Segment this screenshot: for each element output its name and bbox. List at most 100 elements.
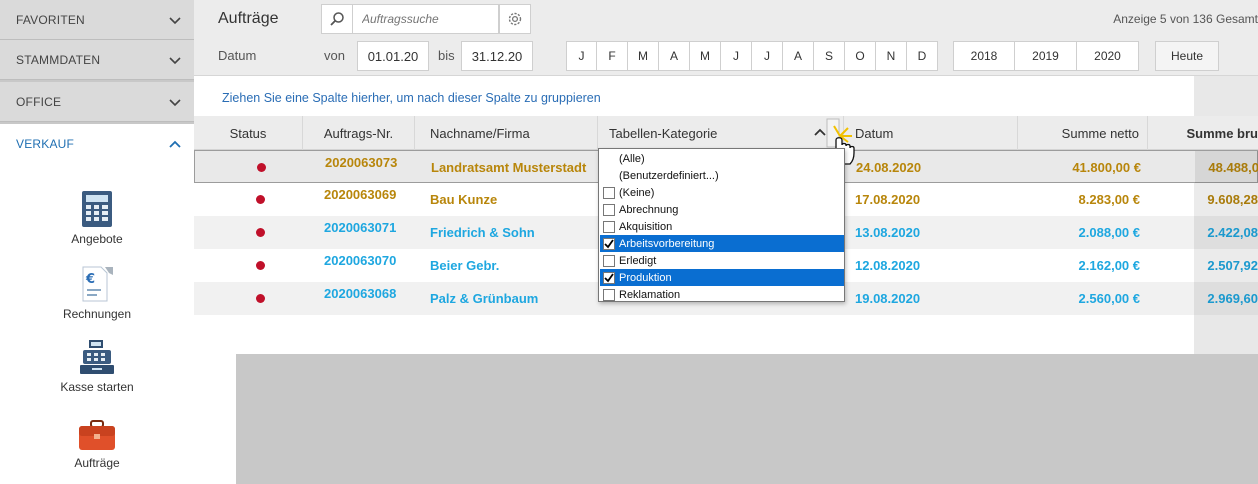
month-button-oct[interactable]: O: [845, 41, 876, 71]
filter-option-reklamation[interactable]: Reklamation: [600, 286, 844, 303]
checkbox[interactable]: [603, 186, 615, 199]
order-number: 2020063071: [324, 220, 397, 235]
toolbar: Aufträge Anzeige 5 von 136 Gesamt Datum …: [194, 0, 1258, 76]
customer-name: Landratsamt Musterstadt: [431, 160, 587, 175]
filter-option-label: (Benutzerdefiniert...): [619, 169, 719, 182]
to-label: bis: [438, 48, 455, 63]
filter-option-abrechnung[interactable]: Abrechnung: [600, 201, 844, 218]
column-header-summe-brutto[interactable]: Summe bru: [1148, 116, 1258, 150]
customer-name: Beier Gebr.: [430, 258, 500, 273]
filter-option-label: Akquisition: [619, 220, 673, 233]
filter-option-erledigt[interactable]: Erledigt: [600, 252, 844, 269]
order-date: 24.08.2020: [856, 160, 922, 175]
column-header-summe-netto[interactable]: Summe netto: [1018, 116, 1148, 150]
filter-option-arbeitsvorbereitung[interactable]: Arbeitsvorbereitung: [600, 235, 844, 252]
customer-name: Bau Kunze: [430, 192, 498, 207]
chevron-up-icon: [169, 140, 181, 148]
net-sum: 2.162,00 €: [1078, 258, 1140, 273]
column-header-tabellen-kategorie[interactable]: Tabellen-Kategorie: [598, 116, 844, 150]
column-header-label: Tabellen-Kategorie: [609, 125, 718, 141]
order-date: 13.08.2020: [855, 225, 921, 240]
from-label: von: [324, 48, 345, 63]
filter-option-produktion[interactable]: Produktion: [600, 269, 844, 286]
chevron-down-icon: [169, 16, 181, 24]
sidebar-tile-rechnungen[interactable]: € Rechnungen: [0, 265, 194, 321]
sidebar-tile-angebote[interactable]: Angebote: [0, 190, 194, 246]
month-button-jul[interactable]: J: [752, 41, 783, 71]
sidebar-section-favoriten[interactable]: FAVORITEN: [0, 0, 194, 40]
sidebar-section-verkauf[interactable]: VERKAUF: [0, 124, 194, 164]
month-button-nov[interactable]: N: [876, 41, 907, 71]
category-filter-dropdown: (Alle) (Benutzerdefiniert...) (Keine) Ab…: [598, 148, 845, 302]
sidebar-tile-kasse-starten[interactable]: Kasse starten: [0, 338, 194, 394]
filter-option-all[interactable]: (Alle): [600, 150, 844, 167]
cash-register-icon: [80, 340, 114, 374]
year-button-2018[interactable]: 2018: [953, 41, 1015, 71]
month-button-apr[interactable]: A: [659, 41, 690, 71]
table-header: Status Auftrags-Nr. Nachname/Firma Tabel…: [194, 116, 1258, 150]
month-button-may[interactable]: M: [690, 41, 721, 71]
order-number: 2020063073: [325, 155, 398, 170]
gross-column-shade: [1194, 249, 1258, 282]
order-number: 2020063069: [324, 187, 397, 202]
invoice-icon: €: [82, 266, 113, 302]
date-from-field[interactable]: 01.01.20: [357, 41, 429, 71]
sidebar-tile-auftraege[interactable]: Aufträge: [0, 420, 194, 470]
month-button-sep[interactable]: S: [814, 41, 845, 71]
checkbox[interactable]: [603, 220, 615, 233]
year-button-2020[interactable]: 2020: [1077, 41, 1139, 71]
status-indicator: [257, 151, 266, 184]
checkbox[interactable]: [603, 288, 615, 301]
group-by-hint[interactable]: Ziehen Sie eine Spalte hierher, um nach …: [222, 91, 601, 105]
net-sum: 2.560,00 €: [1078, 291, 1140, 306]
filter-option-custom[interactable]: (Benutzerdefiniert...): [600, 167, 844, 184]
filter-option-label: (Keine): [619, 186, 655, 199]
search-settings-button[interactable]: [499, 4, 531, 34]
month-button-feb[interactable]: F: [597, 41, 628, 71]
chevron-down-icon: [169, 56, 181, 64]
sidebar-tile-label: Aufträge: [74, 456, 120, 470]
column-header-nachname[interactable]: Nachname/Firma: [415, 116, 598, 150]
search-input[interactable]: [353, 4, 499, 34]
sidebar-section-office[interactable]: OFFICE: [0, 82, 194, 122]
sidebar-section-label: OFFICE: [16, 94, 62, 109]
date-label: Datum: [218, 48, 257, 63]
status-indicator: [256, 216, 265, 249]
status-indicator: [256, 183, 265, 216]
column-header-status[interactable]: Status: [194, 116, 303, 150]
date-to-field[interactable]: 31.12.20: [461, 41, 533, 71]
status-indicator: [256, 249, 265, 282]
gross-column-shade: [1194, 183, 1258, 216]
checkbox-checked[interactable]: [603, 237, 615, 250]
filter-option-none[interactable]: (Keine): [600, 184, 844, 201]
checkbox-checked[interactable]: [603, 271, 615, 284]
search-icon: [330, 12, 344, 26]
month-button-jan[interactable]: J: [566, 41, 597, 71]
search-button[interactable]: [321, 4, 353, 34]
result-count: Anzeige 5 von 136 Gesamt: [1113, 12, 1258, 26]
sidebar-tile-label: Angebote: [71, 232, 123, 246]
order-number: 2020063070: [324, 253, 397, 268]
year-button-2019[interactable]: 2019: [1015, 41, 1077, 71]
column-header-auftrags-nr[interactable]: Auftrags-Nr.: [303, 116, 415, 150]
chevron-down-icon: [169, 98, 181, 106]
filter-option-akquisition[interactable]: Akquisition: [600, 218, 844, 235]
sort-ascending-icon: [814, 128, 826, 136]
filter-option-label: (Alle): [619, 152, 645, 165]
month-button-jun[interactable]: J: [721, 41, 752, 71]
checkbox[interactable]: [603, 203, 615, 216]
filter-option-label: Produktion: [619, 271, 672, 284]
checkbox[interactable]: [603, 254, 615, 267]
filter-option-label: Reklamation: [619, 288, 681, 301]
sidebar-section-label: VERKAUF: [16, 137, 75, 151]
net-sum: 2.088,00 €: [1078, 225, 1140, 240]
sidebar-section-stammdaten[interactable]: STAMMDATEN: [0, 40, 194, 80]
month-button-dec[interactable]: D: [907, 41, 938, 71]
briefcase-icon: [79, 420, 115, 450]
month-button-mar[interactable]: M: [628, 41, 659, 71]
month-button-aug[interactable]: A: [783, 41, 814, 71]
today-button[interactable]: Heute: [1155, 41, 1219, 71]
net-sum: 41.800,00 €: [1072, 160, 1141, 175]
order-date: 19.08.2020: [855, 291, 921, 306]
column-header-datum[interactable]: Datum: [844, 116, 1018, 150]
